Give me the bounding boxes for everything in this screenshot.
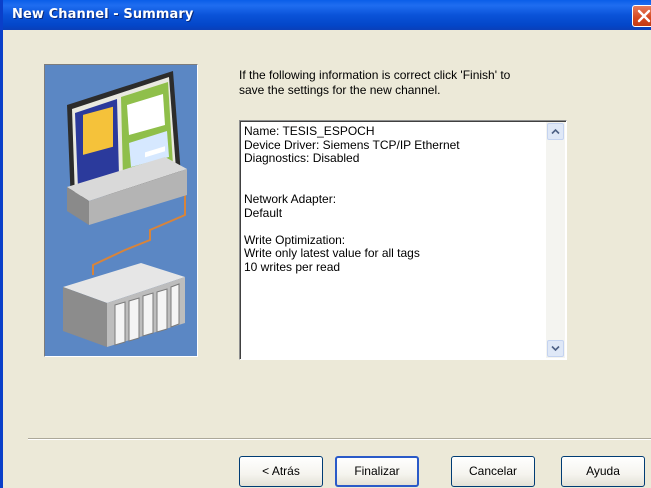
close-icon xyxy=(637,9,651,23)
intro-text: If the following information is correct … xyxy=(239,68,569,98)
window-title: New Channel - Summary xyxy=(12,7,194,22)
summary-line: Network Adapter: xyxy=(244,191,337,206)
chevron-down-icon xyxy=(551,345,560,352)
help-button[interactable]: Ayuda xyxy=(561,456,645,487)
title-bar[interactable]: New Channel - Summary xyxy=(3,0,651,30)
summary-line: Diagnostics: Disabled xyxy=(244,151,360,166)
button-separator xyxy=(28,438,651,440)
finish-button[interactable]: Finalizar xyxy=(335,456,419,487)
summary-line: Name: TESIS_ESPOCH xyxy=(244,124,375,138)
intro-line-1: If the following information is correct … xyxy=(239,68,511,82)
intro-line-2: save the settings for the new channel. xyxy=(239,83,441,97)
summary-line xyxy=(244,166,540,180)
back-button[interactable]: < Atrás xyxy=(239,456,323,487)
summary-line xyxy=(244,220,540,234)
cancel-button[interactable]: Cancelar xyxy=(451,456,535,487)
summary-line: Write only latest value for all tags xyxy=(244,246,420,261)
chevron-up-icon xyxy=(551,128,560,135)
vertical-scrollbar[interactable] xyxy=(546,122,565,358)
scroll-down-button[interactable] xyxy=(547,340,564,357)
summary-line: Write Optimization: xyxy=(244,232,346,247)
summary-line xyxy=(244,179,540,193)
summary-line: Default xyxy=(244,205,283,220)
scroll-up-button[interactable] xyxy=(547,123,564,140)
summary-textbox[interactable]: Name: TESIS_ESPOCH Device Driver: Siemen… xyxy=(239,120,567,360)
computer-plc-illustration xyxy=(45,65,197,356)
summary-line: Device Driver: Siemens TCP/IP Ethernet xyxy=(244,137,460,152)
summary-line: 10 writes per read xyxy=(244,259,341,274)
dialog-window: New Channel - Summary If the following i… xyxy=(0,0,651,488)
summary-text: Name: TESIS_ESPOCH Device Driver: Siemen… xyxy=(244,124,540,275)
wizard-illustration xyxy=(44,64,198,357)
close-button[interactable] xyxy=(632,5,651,27)
